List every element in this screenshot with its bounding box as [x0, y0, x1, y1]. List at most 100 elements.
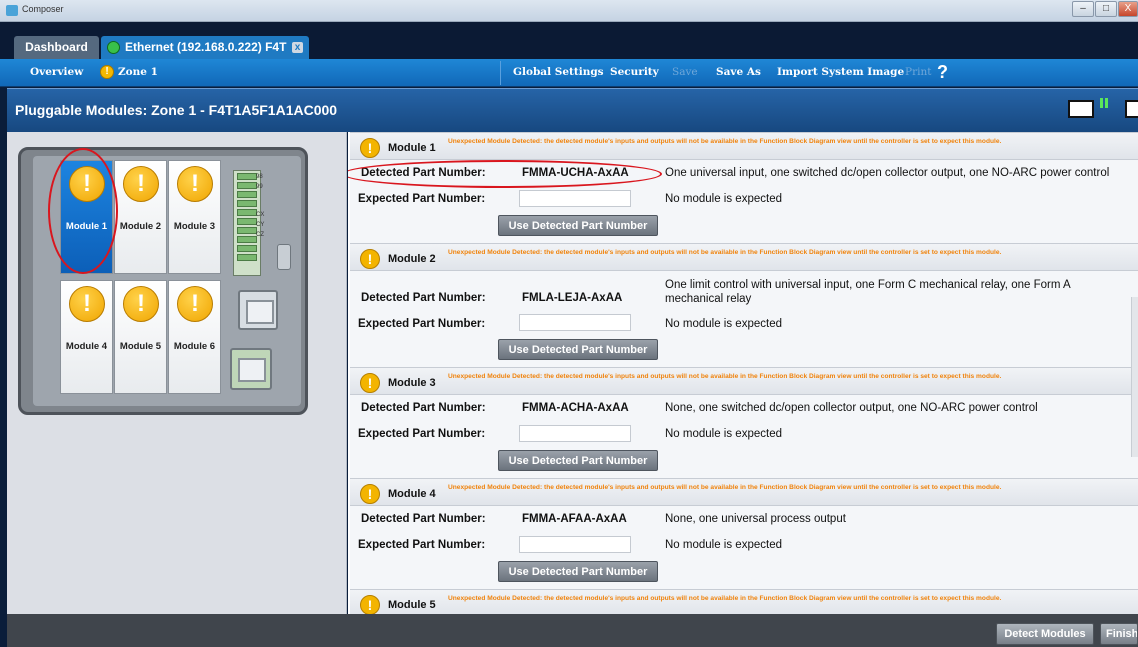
app-window: Composer – □ X Dashboard Ethernet (192.1…: [0, 0, 1138, 647]
module-slot-label: Module 4: [65, 341, 108, 352]
module-5-header: ! Module 5 Unexpected Module Detected: t…: [350, 589, 1138, 614]
modules-list: ! Module 1 Unexpected Module Detected: t…: [348, 132, 1138, 614]
module-description: One limit control with universal input, …: [665, 279, 1071, 305]
minimize-button[interactable]: –: [1072, 1, 1094, 17]
expected-label: Expected Part Number:: [358, 539, 486, 551]
detect-modules-button[interactable]: Detect Modules: [996, 623, 1094, 645]
nav-overview[interactable]: Overview: [30, 66, 83, 78]
module-1-header: ! Module 1 Unexpected Module Detected: t…: [350, 132, 1138, 160]
no-module-text: No module is expected: [665, 428, 782, 440]
nav-bar: Overview Zone 1 Global Settings Security…: [0, 59, 1138, 87]
terminal-labels-2: CX CY CZ: [256, 212, 265, 238]
no-module-text: No module is expected: [665, 318, 782, 330]
use-detected-button[interactable]: Use Detected Part Number: [498, 450, 658, 471]
expected-part-number-input[interactable]: [519, 314, 631, 331]
detected-part-number: FMMA-AFAA-AxAA: [522, 513, 627, 525]
title-bar: Composer – □ X: [0, 0, 1138, 22]
no-module-text: No module is expected: [665, 539, 782, 551]
module-slot-3[interactable]: ! Module 3: [168, 160, 221, 274]
signal-icon: [1100, 98, 1103, 108]
detected-label: Detected Part Number:: [361, 292, 486, 304]
warning-icon: !: [360, 373, 380, 393]
expected-label: Expected Part Number:: [358, 318, 486, 330]
warning-icon: !: [177, 166, 213, 202]
use-detected-button[interactable]: Use Detected Part Number: [498, 339, 658, 360]
warning-message: Unexpected Module Detected: the detected…: [448, 138, 1002, 145]
module-slot-label: Module 2: [119, 221, 162, 232]
detected-label: Detected Part Number:: [361, 402, 486, 414]
detected-part-number: FMLA-LEJA-AxAA: [522, 292, 623, 304]
warning-icon: !: [69, 286, 105, 322]
tab-ethernet-label: Ethernet (192.168.0.222) F4T: [125, 40, 287, 54]
expected-label: Expected Part Number:: [358, 193, 486, 205]
module-slot-label: Module 6: [173, 341, 216, 352]
module-4-header: ! Module 4 Unexpected Module Detected: t…: [350, 478, 1138, 506]
nav-divider: [500, 61, 501, 85]
warning-message: Unexpected Module Detected: the detected…: [448, 249, 1002, 256]
expected-part-number-input[interactable]: [519, 536, 631, 553]
detected-part-number: FMMA-ACHA-AxAA: [522, 402, 629, 414]
global-settings-link[interactable]: Global Settings: [513, 66, 604, 78]
module-title: Module 1: [388, 142, 436, 154]
signal-icon-2: [1105, 98, 1108, 108]
module-slot-6[interactable]: ! Module 6: [168, 280, 221, 394]
warning-icon: !: [177, 286, 213, 322]
module-slot-4[interactable]: ! Module 4: [60, 280, 113, 394]
scrollbar[interactable]: [1131, 297, 1138, 457]
module-description: One universal input, one switched dc/ope…: [665, 167, 1110, 179]
module-description: None, one universal process output: [665, 513, 846, 525]
save-as-link[interactable]: Save As: [716, 66, 761, 78]
use-detected-button[interactable]: Use Detected Part Number: [498, 561, 658, 582]
help-icon[interactable]: ?: [937, 62, 948, 83]
detected-label: Detected Part Number:: [361, 513, 486, 525]
import-system-image-link[interactable]: Import System Image: [777, 66, 904, 78]
connected-icon: [107, 41, 120, 54]
nav-zone-1[interactable]: Zone 1: [118, 66, 158, 78]
close-tab-icon[interactable]: x: [292, 42, 303, 53]
warning-icon: !: [123, 166, 159, 202]
maximize-button[interactable]: □: [1095, 1, 1117, 17]
warning-message: Unexpected Module Detected: the detected…: [448, 595, 1002, 602]
app-icon: [6, 5, 18, 16]
page-title: Pluggable Modules: Zone 1 - F4T1A5F1A1AC…: [15, 102, 338, 118]
expected-part-number-input[interactable]: [519, 425, 631, 442]
zone-warning-icon: !: [100, 65, 114, 79]
tab-dashboard[interactable]: Dashboard: [14, 36, 99, 59]
annotation-circle-module-1: [48, 148, 118, 274]
ethernet-port-2: [230, 348, 272, 390]
window-title: Composer: [22, 4, 64, 14]
warning-icon: !: [360, 484, 380, 504]
use-detected-button[interactable]: Use Detected Part Number: [498, 215, 658, 236]
annotation-circle-detected-part: [348, 160, 662, 188]
expected-label: Expected Part Number:: [358, 428, 486, 440]
module-slot-5[interactable]: ! Module 5: [114, 280, 167, 394]
save-link[interactable]: Save: [672, 66, 698, 78]
warning-icon: !: [360, 138, 380, 158]
footer-bar: [7, 614, 1138, 647]
warning-message: Unexpected Module Detected: the detected…: [448, 373, 1002, 380]
module-title: Module 5: [388, 599, 436, 611]
ethernet-port: [238, 290, 278, 330]
monitor-icon-2[interactable]: [1125, 100, 1138, 118]
module-title: Module 4: [388, 488, 436, 500]
tab-bar: Dashboard Ethernet (192.168.0.222) F4T x: [0, 22, 1138, 59]
module-description: None, one switched dc/open collector out…: [665, 402, 1038, 414]
close-window-button[interactable]: X: [1118, 1, 1138, 17]
module-title: Module 2: [388, 253, 436, 265]
terminal-labels: 98 99: [256, 174, 263, 190]
print-link[interactable]: Print: [905, 66, 931, 78]
expected-part-number-input[interactable]: [519, 190, 631, 207]
warning-icon: !: [360, 595, 380, 614]
finish-button[interactable]: Finish: [1100, 623, 1138, 645]
module-slot-label: Module 3: [173, 221, 216, 232]
warning-message: Unexpected Module Detected: the detected…: [448, 484, 1002, 491]
module-2-header: ! Module 2 Unexpected Module Detected: t…: [350, 243, 1138, 271]
module-3-header: ! Module 3 Unexpected Module Detected: t…: [350, 367, 1138, 395]
tab-ethernet[interactable]: Ethernet (192.168.0.222) F4T x: [101, 36, 309, 59]
monitor-icon[interactable]: [1068, 100, 1094, 118]
warning-icon: !: [360, 249, 380, 269]
security-link[interactable]: Security: [610, 66, 659, 78]
usb-port: [277, 244, 291, 270]
no-module-text: No module is expected: [665, 193, 782, 205]
module-slot-2[interactable]: ! Module 2: [114, 160, 167, 274]
